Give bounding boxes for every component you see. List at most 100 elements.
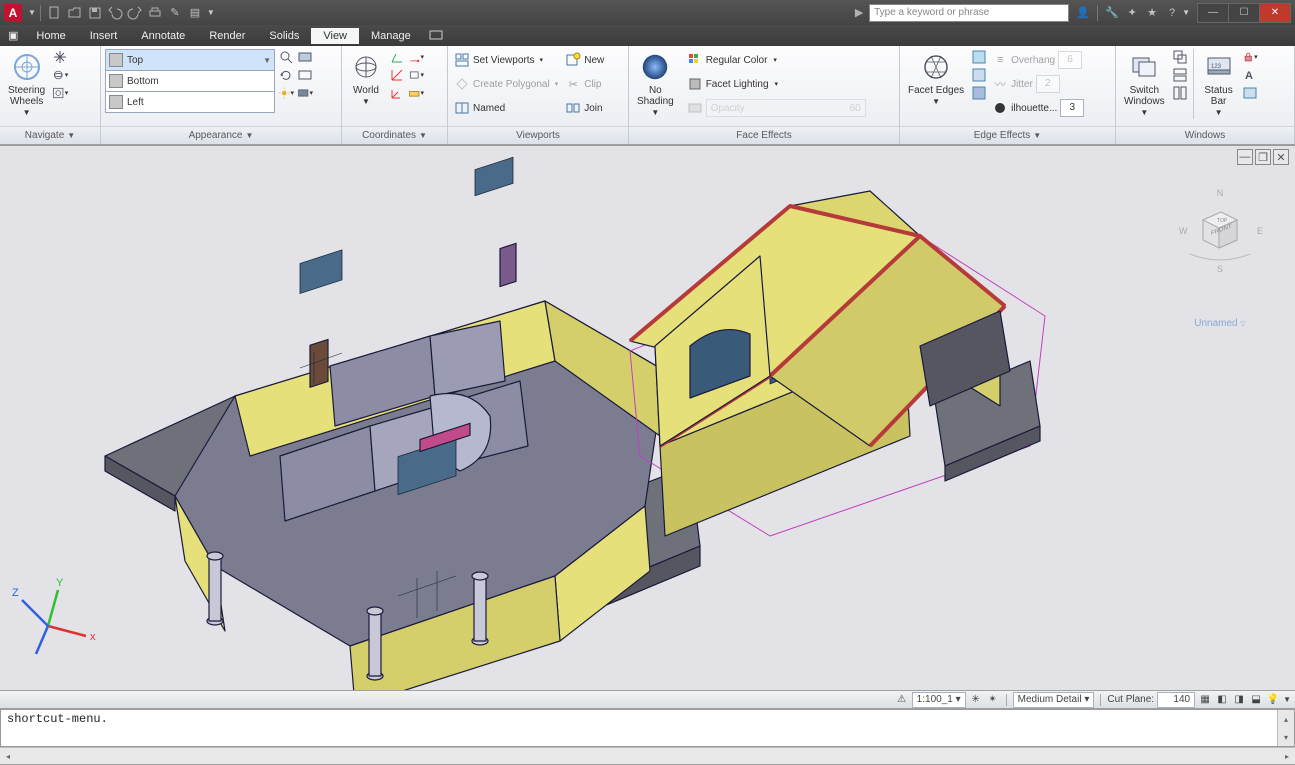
join-viewport-button[interactable]: Join <box>563 97 606 119</box>
ucs-3p-icon[interactable] <box>389 67 405 83</box>
switch-windows-button[interactable]: Switch Windows ▼ <box>1120 49 1169 120</box>
mid-ic2[interactable]: ◧ <box>1215 693 1229 707</box>
ucs-icon[interactable] <box>389 85 405 101</box>
command-scrollbar[interactable]: ▴▾ <box>1277 710 1294 746</box>
no-shading-button[interactable]: No Shading ▼ <box>633 49 678 120</box>
mid-ic4[interactable]: ⬓ <box>1249 693 1263 707</box>
vstyle3-icon[interactable]: ▾ <box>297 85 313 101</box>
app-logo[interactable]: A <box>4 4 22 22</box>
ucs-view-icon[interactable]: ▾ <box>408 67 424 83</box>
qat-more-chevron[interactable]: ▼ <box>207 8 215 17</box>
mid-more-chevron[interactable]: ▼ <box>1283 695 1291 704</box>
horizontal-scrollbar[interactable]: ◂▸ <box>0 747 1295 764</box>
viewcube-named-view[interactable]: Unnamed ▽ <box>1175 318 1265 329</box>
menu-solids[interactable]: Solids <box>257 28 311 44</box>
menu-insert[interactable]: Insert <box>78 28 130 44</box>
star-icon[interactable]: ★ <box>1144 5 1160 21</box>
cascade-icon[interactable] <box>1172 49 1188 65</box>
jitter-row: 〰Jitter2 <box>990 73 1086 95</box>
pan-icon[interactable] <box>52 49 68 65</box>
drawing-canvas[interactable]: — ❐ ✕ <box>0 145 1295 690</box>
print-icon[interactable] <box>147 5 163 21</box>
tile-v-icon[interactable] <box>1172 85 1188 101</box>
zoom-extents-icon[interactable]: ▾ <box>52 85 68 101</box>
regular-color-button[interactable]: Regular Color▾ <box>685 49 868 71</box>
panel-appearance-title[interactable]: Appearance▼ <box>101 126 341 144</box>
set-viewports-button[interactable]: Set Viewports▾ <box>452 49 560 71</box>
exchange-icon[interactable]: ✦ <box>1124 5 1140 21</box>
minimize-button[interactable]: — <box>1197 3 1229 23</box>
zoom-icon[interactable] <box>278 49 294 65</box>
tile-h-icon[interactable] <box>1172 67 1188 83</box>
binoculars-icon[interactable]: 👤 <box>1075 5 1091 21</box>
menu-annotate[interactable]: Annotate <box>129 28 197 44</box>
bulb-icon[interactable]: 💡 <box>1266 693 1280 707</box>
maximize-button[interactable]: ☐ <box>1228 3 1260 23</box>
ribbon-toggle-icon[interactable]: ▣ <box>8 29 18 42</box>
help-chevron[interactable]: ▼ <box>1182 8 1190 17</box>
vstyle2-icon[interactable] <box>297 67 313 83</box>
key-icon[interactable]: 🔧 <box>1104 5 1120 21</box>
menu-output[interactable] <box>423 28 449 44</box>
undo-icon[interactable] <box>107 5 123 21</box>
menu-home[interactable]: Home <box>24 28 77 44</box>
command-line[interactable]: shortcut-menu. ▴▾ <box>0 709 1295 747</box>
ucs-x-icon[interactable]: ▾ <box>408 49 424 65</box>
status-bar-button[interactable]: 123 Status Bar ▼ <box>1199 49 1239 120</box>
help-icon[interactable]: ? <box>1164 5 1180 21</box>
search-input[interactable]: Type a keyword or phrase <box>869 4 1069 22</box>
cut-plane-value[interactable]: 140 <box>1157 692 1195 708</box>
mid-ic3[interactable]: ◨ <box>1232 693 1246 707</box>
edge3-icon[interactable] <box>971 85 987 101</box>
drawing-status-icon[interactable] <box>1242 85 1258 101</box>
redo-icon[interactable] <box>127 5 143 21</box>
info-search-icon[interactable]: ▶ <box>851 5 867 21</box>
close-button[interactable]: ✕ <box>1259 3 1291 23</box>
save-icon[interactable] <box>87 5 103 21</box>
panel-navigate-title[interactable]: Navigate▼ <box>0 126 100 144</box>
vstyle1-icon[interactable] <box>297 49 313 65</box>
silhouette-row[interactable]: ilhouette...3 <box>990 97 1086 119</box>
named-viewports-button[interactable]: Named <box>452 97 560 119</box>
anno-scale-icon[interactable]: ⚠ <box>895 693 909 707</box>
open-icon[interactable] <box>67 5 83 21</box>
menu-render[interactable]: Render <box>197 28 257 44</box>
ucs-named-icon[interactable]: ▾ <box>408 85 424 101</box>
svg-text:Y: Y <box>56 577 64 589</box>
steering-wheels-label: Steering Wheels <box>8 85 45 107</box>
view-left[interactable]: Left <box>105 91 275 113</box>
world-ucs-button[interactable]: World ▼ <box>346 49 386 109</box>
sun-icon[interactable]: ▾ <box>278 85 294 101</box>
anno-auto-icon[interactable]: ✴ <box>986 693 1000 707</box>
edge2-icon[interactable] <box>971 67 987 83</box>
facet-lighting-button[interactable]: Facet Lighting▾ <box>685 73 868 95</box>
facet-edges-label: Facet Edges <box>908 85 964 96</box>
app-menu-chevron[interactable]: ▼ <box>28 8 36 17</box>
view-bottom[interactable]: Bottom <box>105 70 275 92</box>
facet-edges-button[interactable]: Facet Edges ▼ <box>904 49 968 109</box>
svg-text:S: S <box>1217 264 1223 274</box>
view-top[interactable]: Top▼ <box>105 49 275 71</box>
viewcube[interactable]: N E W S FRONT TOP Unnamed ▽ <box>1175 186 1265 329</box>
new-viewport-button[interactable]: New <box>563 49 606 71</box>
orbit-icon[interactable]: ▾ <box>52 67 68 83</box>
panel-viewports: Set Viewports▾ Create Polygonal▾ Named N… <box>448 46 629 144</box>
anno-vis-icon[interactable]: ✳ <box>969 693 983 707</box>
publish-icon[interactable]: ✎ <box>167 5 183 21</box>
panel-coordinates-title[interactable]: Coordinates▼ <box>342 126 447 144</box>
ucs-z-icon[interactable] <box>389 49 405 65</box>
anno-scale-dropdown[interactable]: 1:100_1 ▾ <box>912 692 966 708</box>
detail-level-dropdown[interactable]: Medium Detail ▾ <box>1013 692 1095 708</box>
text-window-icon[interactable]: A <box>1242 67 1258 83</box>
edge1-icon[interactable] <box>971 49 987 65</box>
panel-edge-title[interactable]: Edge Effects▼ <box>900 126 1115 144</box>
steering-wheels-button[interactable]: Steering Wheels ▼ <box>4 49 49 120</box>
mid-ic1[interactable]: ▦ <box>1198 693 1212 707</box>
menu-view[interactable]: View <box>311 28 359 44</box>
refresh-icon[interactable] <box>278 67 294 83</box>
new-icon[interactable] <box>47 5 63 21</box>
svg-text:A: A <box>1245 70 1253 82</box>
menu-manage[interactable]: Manage <box>359 28 423 44</box>
lock-ui-icon[interactable]: ▾ <box>1242 49 1258 65</box>
props-icon[interactable]: ▤ <box>187 5 203 21</box>
